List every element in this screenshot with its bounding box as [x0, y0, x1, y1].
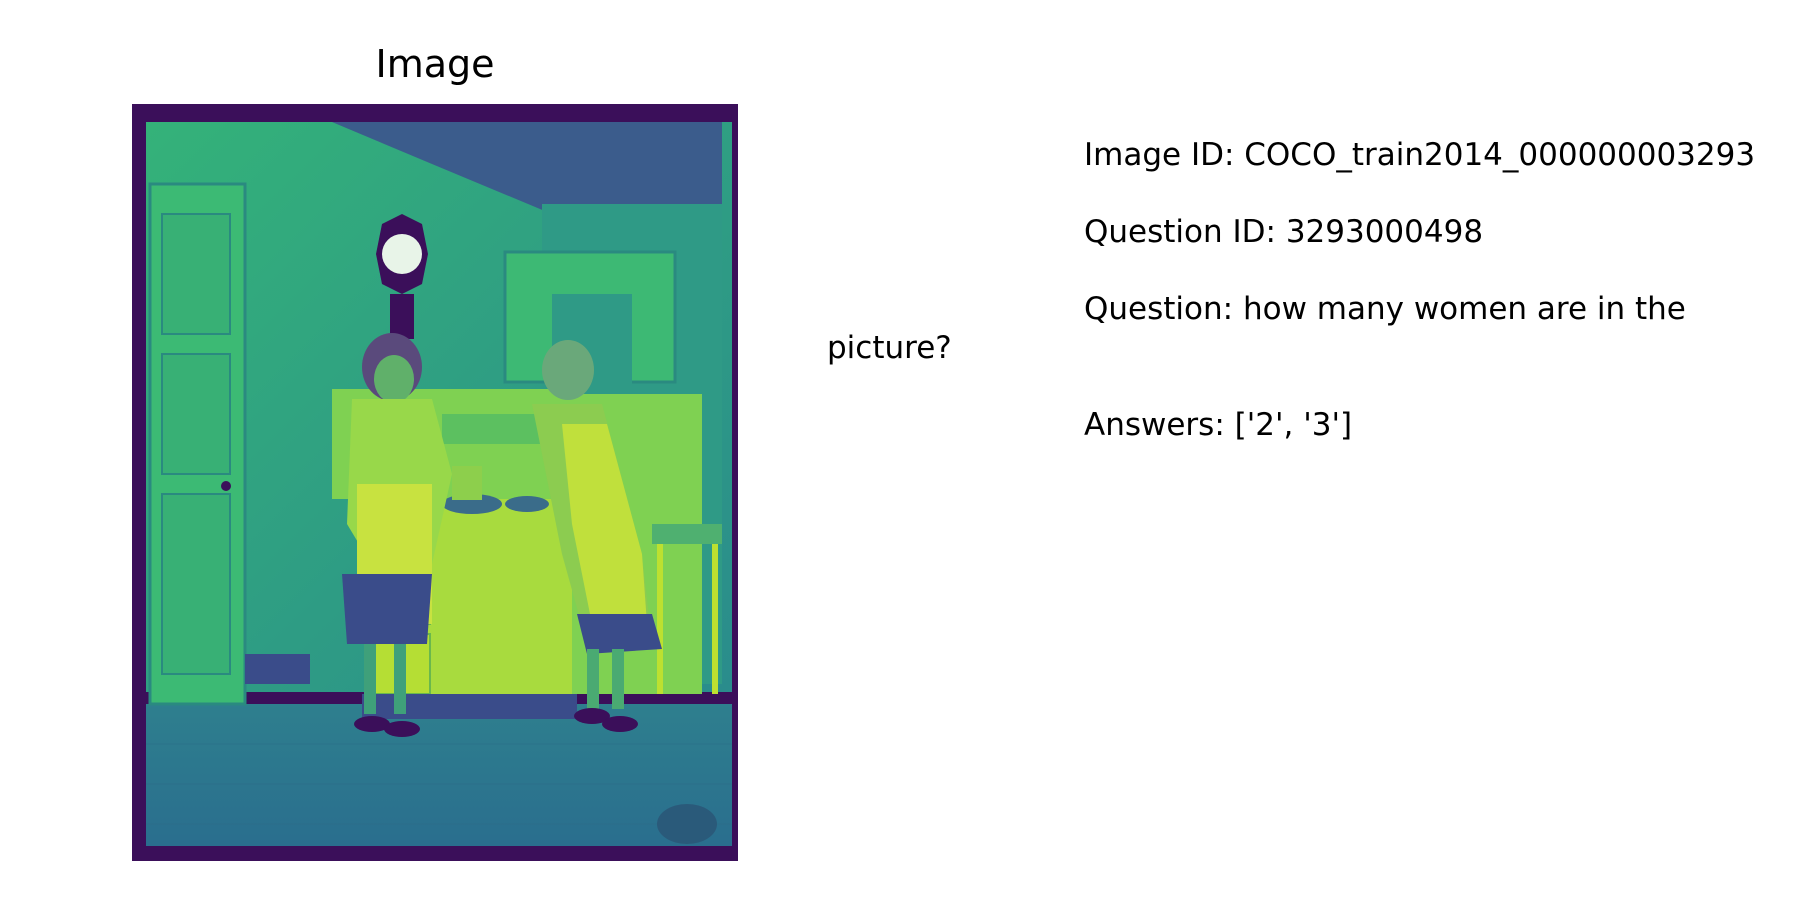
vqa-info-panel: Image ID: COCO_train2014_000000003293 Qu…	[827, 136, 1787, 483]
image-panel-title: Image	[375, 42, 495, 86]
answers-text: Answers: ['2', '3']	[1084, 406, 1353, 443]
image-id-text: Image ID: COCO_train2014_000000003293	[1084, 137, 1756, 173]
question-text: Question: how many women are in the pict…	[827, 291, 1686, 366]
question-id-text: Question ID: 3293000498	[1084, 214, 1484, 250]
kitchen-photo	[132, 104, 738, 861]
